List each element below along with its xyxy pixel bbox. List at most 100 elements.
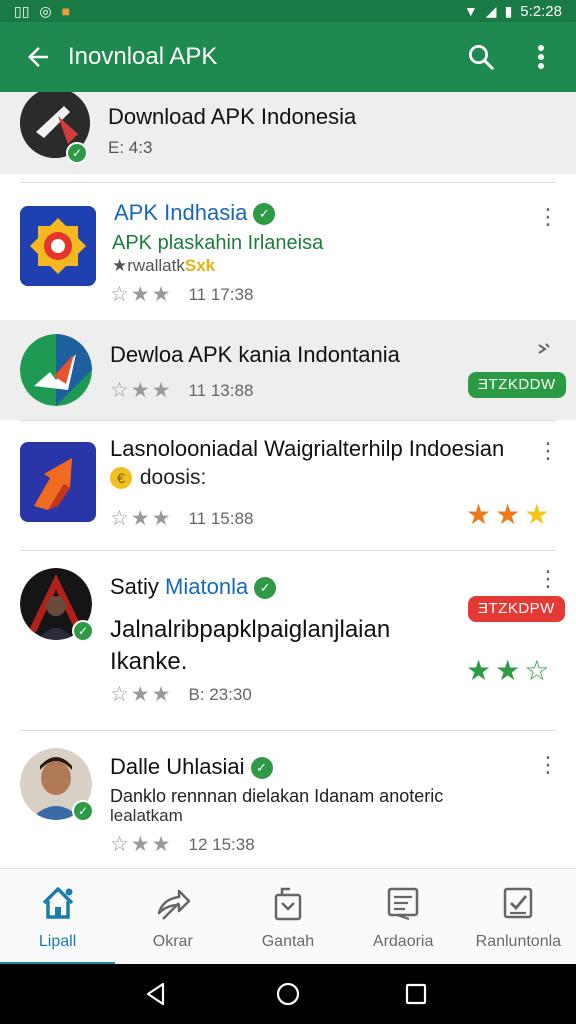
verified-icon: ✓	[254, 577, 277, 600]
app-icon-image	[20, 206, 96, 286]
app-bar: Inovnloal APK	[0, 22, 576, 92]
item-title: APK Indhasia ✓	[114, 200, 276, 226]
system-back-button[interactable]	[140, 978, 172, 1010]
status-badge: ƎTZKDDW	[468, 372, 566, 398]
share-icon	[153, 883, 193, 923]
item-subtitle: APK plaskahin Irlaneisa	[112, 232, 324, 254]
item-title: Dewloa APK kania Indontania	[110, 342, 400, 367]
signal-icon: ◢	[485, 3, 497, 19]
rating-stars: ☆★★	[110, 683, 173, 706]
whatsapp-icon: ◎	[39, 3, 52, 19]
rating-star: ★	[466, 655, 496, 686]
search-button[interactable]	[462, 38, 500, 76]
item-meta: ☆★★ 12 15:38	[110, 832, 255, 857]
item-title-text: APK Indhasia	[114, 200, 248, 225]
rating-star: ★	[524, 499, 554, 530]
wifi-icon: ▼	[463, 3, 478, 19]
rating-stars: ☆★★	[110, 283, 173, 306]
list-item[interactable]: Dewloa APK kania Indontania ☆★★ 11 13:88…	[0, 320, 576, 420]
nav-label: Okrar	[152, 933, 193, 950]
item-meta: ☆★★ B: 23:30	[110, 682, 252, 707]
item-title: Dalle Uhlasiai ✓	[110, 754, 273, 780]
item-rating: ★★★	[466, 498, 553, 531]
app-icon-image	[20, 442, 96, 522]
overflow-menu-button[interactable]	[524, 38, 558, 76]
item-subtitle: Danklo rennnan dielakan Idanam anoteric	[110, 786, 444, 806]
rating-stars: ☆★★	[110, 833, 173, 856]
list-item[interactable]: ✓ Dalle Uhlasiai ✓ Danklo rennnan dielaka…	[0, 732, 576, 868]
item-subtitle-text: doosis:	[139, 466, 207, 489]
nav-label: Ardaoria	[372, 933, 434, 950]
item-subtitle: € doosis:	[110, 466, 206, 490]
list-item[interactable]: APK Indhasia ✓ APK plaskahin Irlaneisa ★r…	[0, 184, 576, 314]
status-right-icons: ▼ ◢ ▮ 5:2:28	[464, 0, 562, 22]
item-rating: ★★☆	[466, 654, 553, 687]
system-navigation-bar	[0, 964, 576, 1024]
home-icon	[38, 883, 78, 923]
divider	[20, 182, 556, 183]
item-subtitle: Jalnalribpapklpaiglanjlaian	[110, 616, 391, 643]
divider	[20, 420, 556, 421]
bag-icon	[268, 883, 308, 923]
status-bar: ▯▯ ◎ ■ ▼ ◢ ▮ 5:2:28	[0, 0, 576, 22]
item-meta: ☆★★ 11 13:88	[110, 378, 253, 403]
search-icon	[469, 45, 494, 70]
arrow-up-right-icon	[20, 442, 96, 522]
bottom-navigation: Lipall Okrar Gantah Ardaoria Ranluntonla	[0, 868, 576, 965]
nav-label: Lipall	[38, 933, 77, 950]
square-recents-icon	[405, 983, 427, 1005]
item-title: Download APK Indonesia	[108, 104, 357, 129]
rating-stars: ☆★★	[110, 507, 173, 530]
triangle-back-icon	[146, 982, 165, 1006]
status-time: 5:2:28	[520, 2, 562, 20]
item-more-button[interactable]: ⋮	[537, 564, 559, 594]
checklist-icon	[498, 883, 538, 923]
item-title-highlight: Miatonla	[165, 574, 249, 599]
rating-star: ★	[495, 499, 525, 530]
verified-badge-icon: ✓	[66, 142, 88, 164]
app-avatar	[20, 334, 92, 406]
list-item[interactable]: ✓ Satiy Miatonla ✓ Jalnalribpapklpaiglanj…	[0, 552, 576, 728]
system-recents-button[interactable]	[400, 978, 432, 1010]
item-meta: ☆★★ 11 15:88	[110, 506, 253, 531]
list-item[interactable]: Lasnolooniadal Waigrialterhilp Indoesian…	[0, 422, 576, 548]
item-more-button[interactable]: ⋮	[537, 750, 559, 780]
coin-icon: €	[110, 467, 132, 490]
app-icon: ■	[61, 3, 71, 19]
back-button[interactable]	[18, 38, 58, 76]
arrow-back-icon	[28, 47, 48, 67]
notification-icon: ▯▯	[14, 3, 30, 19]
item-meta-count: 11 17:38	[188, 284, 254, 304]
verified-icon: ✓	[250, 757, 273, 780]
nav-item-bag[interactable]: Gantah	[230, 869, 345, 965]
rating-star: ☆	[524, 655, 554, 686]
item-subtitle-line2: Ikanke.	[110, 648, 188, 675]
nav-item-board[interactable]: Ardaoria	[346, 869, 461, 965]
system-home-button[interactable]	[272, 978, 304, 1010]
item-more-button[interactable]: ⋮	[537, 436, 559, 466]
item-meta-count: 11 15:88	[188, 508, 254, 528]
app-list[interactable]: ✓ Download APK Indonesia E: 4:3 APK Indh…	[0, 92, 576, 868]
nav-label: Ranluntonla	[475, 933, 562, 950]
rating-stars: ☆★★	[110, 379, 173, 402]
status-badge: ƎTZKDPW	[468, 596, 565, 622]
verified-icon: ✓	[253, 203, 276, 226]
divider	[20, 550, 556, 551]
item-meta-count: 11 13:88	[188, 380, 254, 400]
item-meta-count: 12 15:38	[188, 834, 255, 854]
verified-badge-icon: ✓	[72, 800, 94, 822]
nav-label: Gantah	[261, 933, 315, 950]
list-item[interactable]: ✓ Download APK Indonesia E: 4:3	[0, 92, 576, 174]
divider	[20, 730, 556, 731]
subtitle-secondary-text: ★rwallatk	[112, 256, 185, 275]
nav-item-checklist[interactable]: Ranluntonla	[461, 869, 576, 965]
more-vert-icon	[538, 45, 544, 69]
status-left-icons: ▯▯ ◎ ■	[14, 0, 70, 22]
item-title-text: Satiy	[110, 574, 159, 599]
item-more-button[interactable]: ⋮	[537, 202, 559, 232]
item-title-text: Dalle Uhlasiai	[110, 754, 245, 779]
verified-badge-icon: ✓	[72, 620, 94, 642]
nav-item-share[interactable]: Okrar	[115, 869, 230, 965]
nav-item-home[interactable]: Lipall	[0, 869, 116, 965]
item-expand-button[interactable]	[534, 334, 554, 364]
